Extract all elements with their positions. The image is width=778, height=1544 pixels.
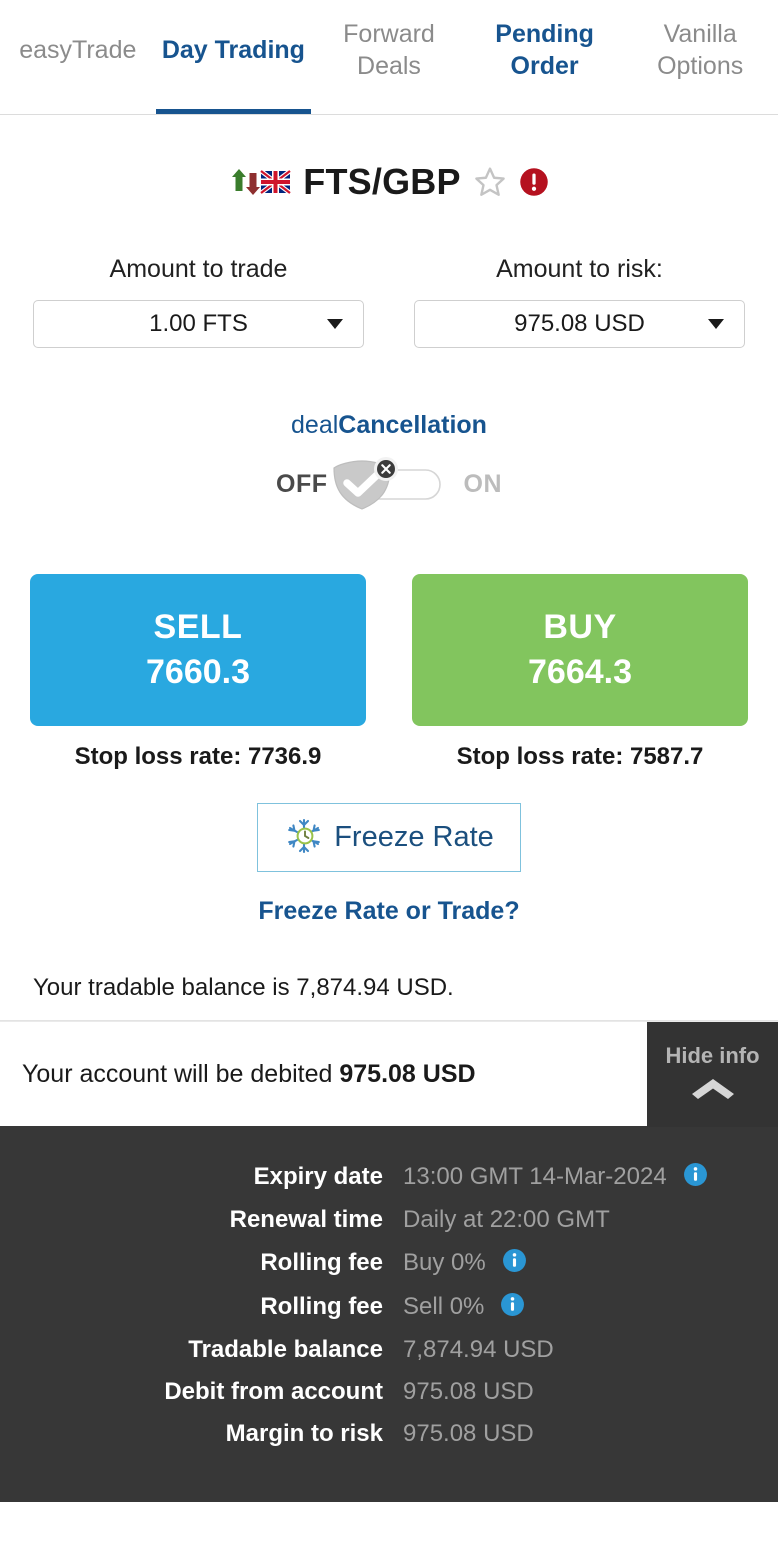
info-value: Daily at 22:00 GMT [403,1206,610,1233]
info-icon[interactable] [500,1292,525,1322]
deal-cancellation-toggle[interactable] [332,456,452,512]
tab-label: Forward Deals [343,19,435,81]
info-label: Debit from account [164,1378,383,1405]
tab-pending-order[interactable]: Pending Order [467,0,623,114]
buy-stop-loss: Stop loss rate: 7587.7 [456,743,704,770]
info-panel: Expiry date 13:00 GMT 14-Mar-2024 Renewa… [0,1126,778,1502]
tab-label: Day Trading [161,35,305,64]
info-value: Buy 0% [403,1249,486,1276]
amount-to-trade-select[interactable]: 1.00 FTS [33,300,364,348]
amount-to-risk-group: Amount to risk: 975.08 USD [414,255,745,348]
amount-to-risk-value: 975.08 USD [514,310,645,337]
tab-easytrade[interactable]: easyTrade [0,0,156,114]
debited-text: Your account will be debited 975.08 USD [22,1060,476,1089]
deal-cancellation-group: dealCancellation OFF ON [0,348,778,512]
instrument-pair-name: FTS/GBP [303,161,461,202]
tab-label: Vanilla Options [657,19,744,81]
sell-button[interactable]: SELL 7660.3 [30,574,366,726]
buy-group: BUY 7664.3 Stop loss rate: 7587.7 [412,574,748,771]
info-label: Margin to risk [225,1420,383,1447]
deal-cancellation-title: dealCancellation [0,411,778,440]
info-label: Renewal time [229,1206,383,1233]
tab-vanilla-options[interactable]: Vanilla Options [622,0,778,114]
sell-stop-loss: Stop loss rate: 7736.9 [74,743,322,770]
sell-rate: 7660.3 [146,653,250,691]
tab-forward-deals[interactable]: Forward Deals [311,0,467,114]
freeze-rate-label: Freeze Rate [334,821,494,853]
buy-rate: 7664.3 [528,653,632,691]
info-label: Expiry date [253,1163,383,1190]
info-value: 975.08 USD [403,1420,534,1447]
snowflake-clock-icon [284,816,324,859]
amount-row: Amount to trade 1.00 FTS Amount to risk:… [0,203,778,348]
amount-to-trade-label: Amount to trade [109,255,288,283]
info-row: Renewal time Daily at 22:00 GMT [0,1206,778,1234]
toggle-off-label: OFF [276,469,328,498]
trade-buttons-row: SELL 7660.3 Stop loss rate: 7736.9 BUY 7… [0,512,778,771]
info-label: Rolling fee [260,1249,383,1276]
chevron-up-icon [687,1073,739,1106]
amount-to-risk-label: Amount to risk: [496,255,663,283]
info-value: 975.08 USD [403,1378,534,1405]
info-icon[interactable] [683,1162,708,1192]
info-value: 13:00 GMT 14-Mar-2024 [403,1163,667,1190]
chevron-down-icon [327,319,343,329]
info-row: Margin to risk 975.08 USD [0,1420,778,1448]
chevron-down-icon [708,319,724,329]
debited-amount: 975.08 USD [339,1059,476,1088]
buy-button[interactable]: BUY 7664.3 [412,574,748,726]
info-label: Tradable balance [188,1336,383,1363]
star-outline-icon[interactable] [473,165,507,199]
tab-label: easyTrade [19,35,137,64]
deal-cancellation-toggle-row: OFF ON [0,456,778,512]
trade-card: FTS/GBP Amount to trade 1.00 FTS Amount … [0,115,778,1021]
info-row: Expiry date 13:00 GMT 14-Mar-2024 [0,1162,778,1192]
info-row: Tradable balance 7,874.94 USD [0,1336,778,1364]
info-value: 7,874.94 USD [403,1336,554,1363]
tab-bar: easyTrade Day Trading Forward Deals Pend… [0,0,778,115]
deal-cancellation-title-bold: Cancellation [338,411,487,439]
info-row: Rolling fee Buy 0% [0,1248,778,1278]
hide-info-button[interactable]: Hide info [647,1022,778,1127]
freeze-rate-button[interactable]: Freeze Rate [257,803,521,872]
sell-label: SELL [153,608,243,646]
hide-info-label: Hide info [665,1043,760,1068]
info-value: Sell 0% [403,1293,485,1320]
alert-circle-icon[interactable] [519,167,549,197]
tab-label: Pending Order [495,19,594,81]
amount-to-trade-value: 1.00 FTS [149,310,248,337]
freeze-rate-or-trade-link[interactable]: Freeze Rate or Trade? [0,897,778,926]
deal-cancellation-title-light: deal [291,411,339,439]
buy-label: BUY [543,608,617,646]
trading-panel: easyTrade Day Trading Forward Deals Pend… [0,0,778,1544]
freeze-group: Freeze Rate Freeze Rate or Trade? [0,771,778,926]
amount-to-trade-group: Amount to trade 1.00 FTS [33,255,364,348]
instrument-header: FTS/GBP [0,115,778,203]
tab-day-trading[interactable]: Day Trading [155,0,312,114]
info-row: Rolling fee Sell 0% [0,1292,778,1322]
up-down-arrows-icon [229,165,292,199]
info-label: Rolling fee [260,1293,383,1320]
sell-group: SELL 7660.3 Stop loss rate: 7736.9 [30,574,366,771]
toggle-on-label: ON [463,469,502,498]
tradable-balance-note: Your tradable balance is 7,874.94 USD. [33,974,454,1001]
debited-prefix: Your account will be debited [22,1059,340,1088]
amount-to-risk-select[interactable]: 975.08 USD [414,300,745,348]
info-icon[interactable] [502,1248,527,1278]
info-row: Debit from account 975.08 USD [0,1378,778,1406]
debited-bar: Your account will be debited 975.08 USD … [0,1021,778,1127]
